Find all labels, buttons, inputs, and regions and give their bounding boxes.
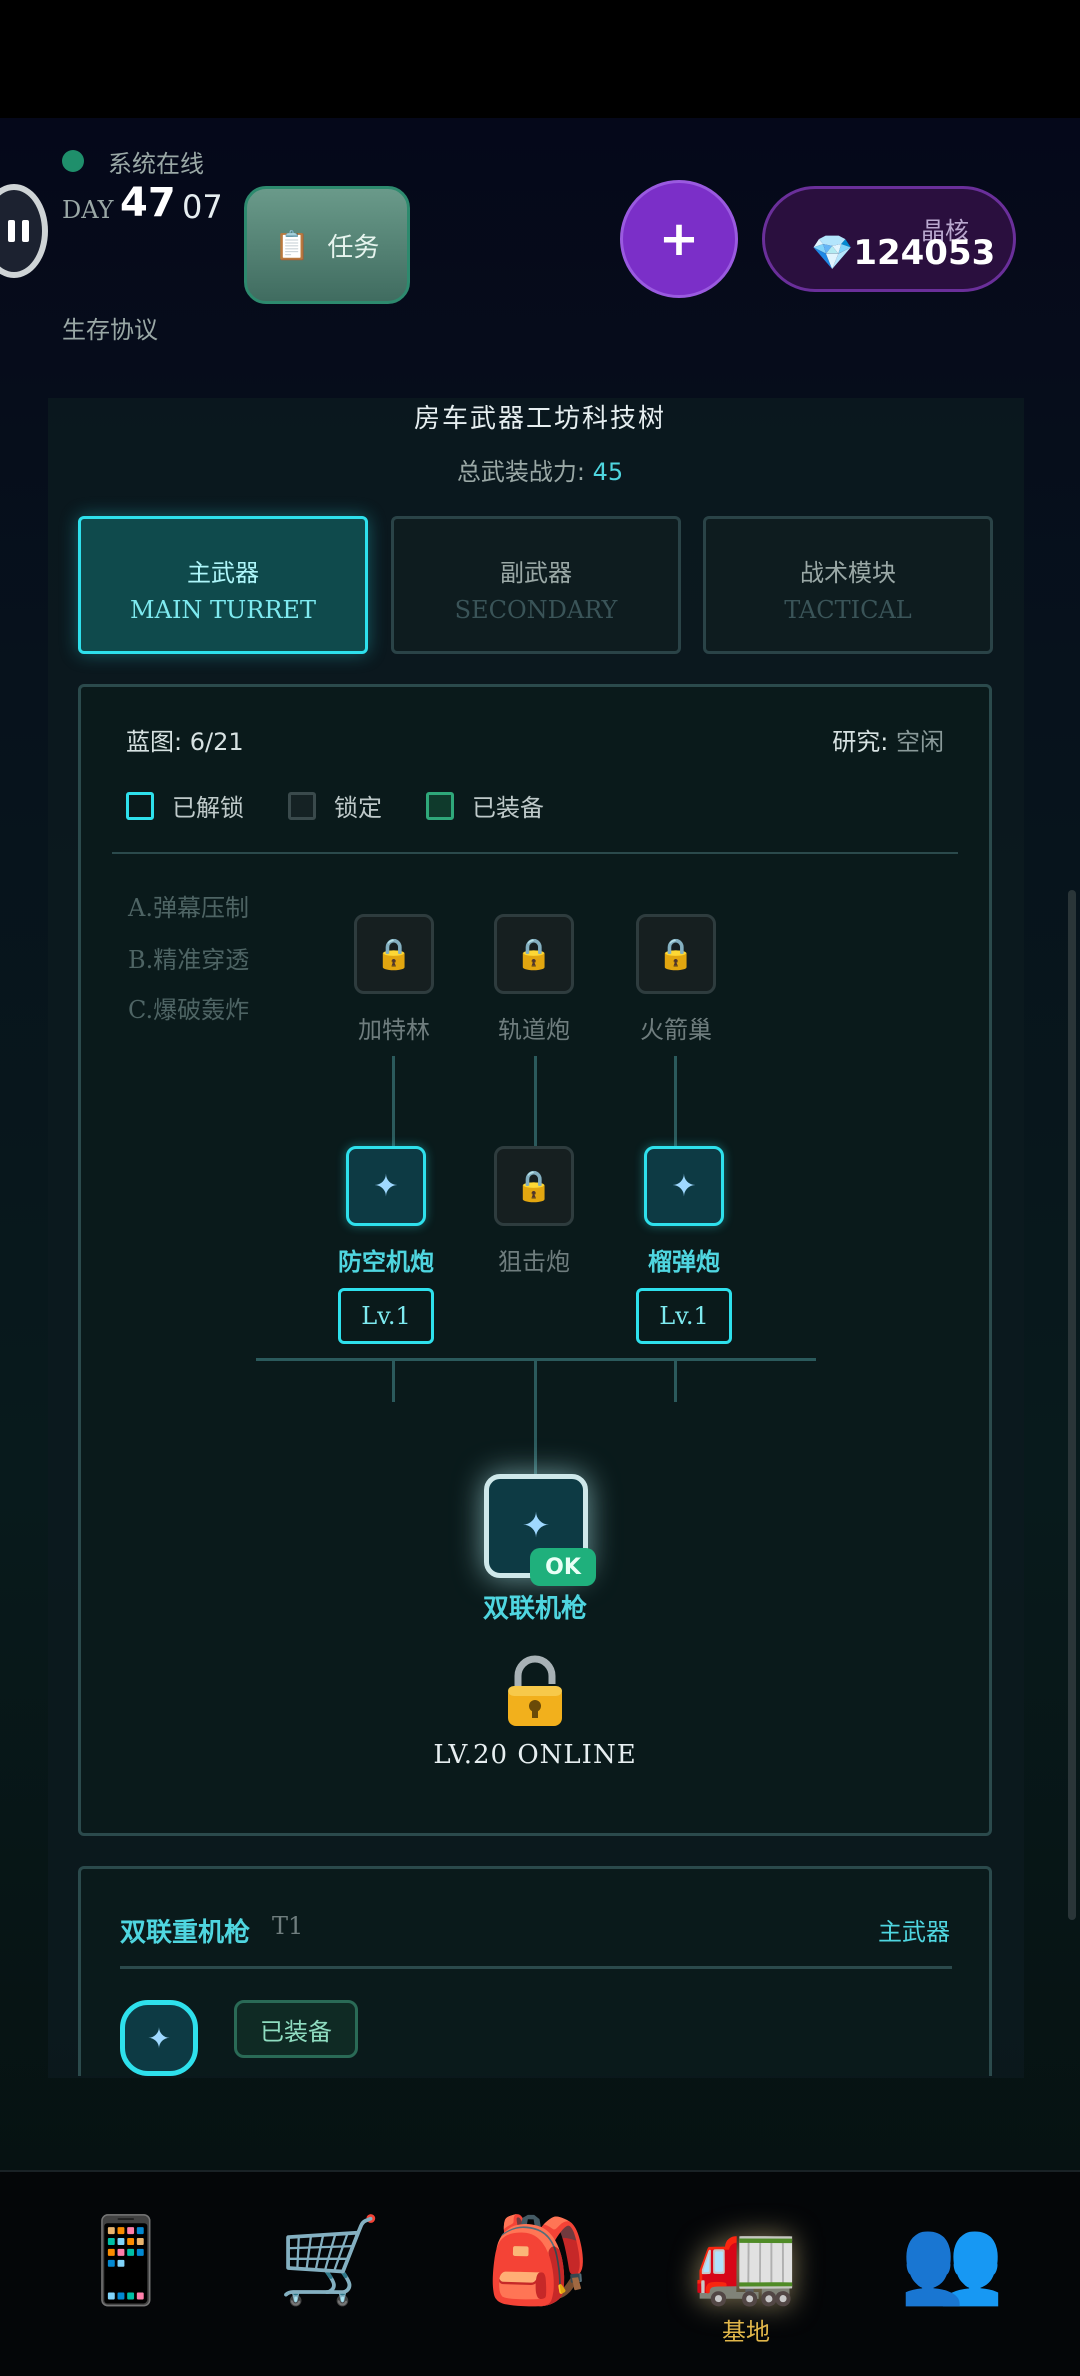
system-status: 系统在线 [108,150,204,178]
tab-secondary-cn: 副武器 [500,559,572,587]
turret-icon: ✦ [521,1506,551,1546]
connector-line [534,1056,537,1146]
cart-icon: 🛒 [277,2211,383,2309]
node-railgun-label: 轨道炮 [498,1016,570,1044]
legend-locked-swatch [288,791,316,820]
node-aa-cannon[interactable]: ✦ [346,1146,426,1226]
add-button[interactable]: + [620,180,738,298]
connector-line [674,1360,677,1402]
tab-tactical[interactable]: 战术模块 TACTICAL [703,516,993,654]
tab-main-turret-cn: 主武器 [187,559,259,587]
weapon-icon[interactable]: ✦ [120,2000,198,2076]
lock-icon: 🔒 [515,1168,553,1204]
crystal-counter[interactable]: 晶核 💎124053 [762,186,1016,292]
node-gatling[interactable]: 🔒 [354,914,434,994]
unlock-requirement: LV.20 ONLINE [433,1740,637,1770]
weapon-type: 主武器 [878,1918,950,1946]
turret-icon: ✦ [373,1168,399,1204]
legend-unlocked-label: 已解锁 [172,794,244,822]
tab-main-turret[interactable]: 主武器 MAIN TURRET [78,516,368,654]
tab-tactical-cn: 战术模块 [800,559,896,587]
node-sniper-cannon-label: 狙击炮 [498,1248,570,1276]
phone-icon: 📱 [73,2211,179,2309]
branch-b: B.精准穿透 [128,946,250,974]
connector-line [674,1056,677,1146]
node-howitzer[interactable]: ✦ [644,1146,724,1226]
task-label: 任务 [327,232,380,263]
node-sniper-cannon[interactable]: 🔒 [494,1146,574,1226]
tab-secondary-en: SECONDARY [454,596,618,624]
backpack-icon: 🎒 [485,2211,591,2309]
weapon-name: 双联重机枪 [120,1918,251,1948]
total-power: 总武装战力: 45 [0,452,1080,487]
branch-c: C.爆破轰炸 [128,996,250,1024]
lock-icon: 🔒 [657,936,695,972]
turret-icon: ✦ [671,1168,697,1204]
connector-line [392,1056,395,1146]
team-icon: 👥 [899,2211,1005,2309]
day-number: 47 [120,180,176,226]
node-twin-mg-label: 双联机枪 [482,1594,587,1624]
day-label: DAY [62,196,114,224]
equipped-button[interactable]: 已装备 [234,2000,358,2058]
equipped-ok-badge: OK [530,1548,596,1586]
nav-base-label: 基地 [722,2318,770,2346]
day-hour: 07 [182,188,223,226]
nav-shop[interactable]: 🛒 [270,2210,390,2310]
legend-locked: 锁定 [288,788,382,823]
lock-icon: 🔒 [515,936,553,972]
legend-equipped: 已装备 [426,788,544,823]
truck-icon: 🚛 [693,2211,799,2309]
lock-icon: 🔒 [375,936,413,972]
node-rocket-nest-label: 火箭巢 [640,1016,712,1044]
crystal-value: 💎124053 [811,233,996,273]
node-rocket-nest[interactable]: 🔒 [636,914,716,994]
research-label: 研究: [832,728,896,756]
node-howitzer-label: 榴弹炮 [648,1248,720,1276]
branch-a: A.弹幕压制 [128,894,249,922]
weapon-detail-panel [78,1866,992,2076]
connector-line [392,1360,395,1402]
protocol-label: 生存协议 [62,316,158,344]
tab-secondary[interactable]: 副武器 SECONDARY [391,516,681,654]
node-aa-cannon-level: Lv.1 [338,1288,434,1344]
legend-equipped-swatch [426,791,454,820]
node-railgun[interactable]: 🔒 [494,914,574,994]
tab-main-turret-en: MAIN TURRET [130,596,316,624]
scrollbar[interactable] [1068,890,1076,1920]
blueprint-count: 蓝图: 6/21 [126,728,244,756]
legend-locked-label: 锁定 [334,794,382,822]
nav-team[interactable]: 👥 [892,2210,1012,2310]
legend-equipped-label: 已装备 [472,794,544,822]
connector-line [534,1360,537,1474]
status-indicator [62,150,84,172]
research-value: 空闲 [896,728,944,756]
nav-phone[interactable]: 📱 [66,2210,186,2310]
research-status: 研究: 空闲 [832,722,944,757]
nav-base[interactable]: 🚛 [686,2210,806,2310]
detail-divider [120,1966,952,1969]
power-value: 45 [592,458,624,486]
task-button[interactable]: 📋 任务 [244,186,410,304]
node-howitzer-level: Lv.1 [636,1288,732,1344]
legend-unlocked: 已解锁 [126,788,244,823]
weapon-tier: T1 [272,1912,304,1940]
nav-backpack[interactable]: 🎒 [478,2210,598,2310]
node-aa-cannon-label: 防空机炮 [338,1248,434,1276]
tab-tactical-en: TACTICAL [784,596,912,624]
padlock-icon [508,1655,562,1726]
node-gatling-label: 加特林 [358,1016,430,1044]
legend-divider [112,852,958,854]
workshop-title: 房车武器工坊科技树 [413,404,666,434]
legend-unlocked-swatch [126,791,154,820]
clipboard-icon: 📋 [274,228,310,262]
power-label: 总武装战力: [456,458,593,486]
